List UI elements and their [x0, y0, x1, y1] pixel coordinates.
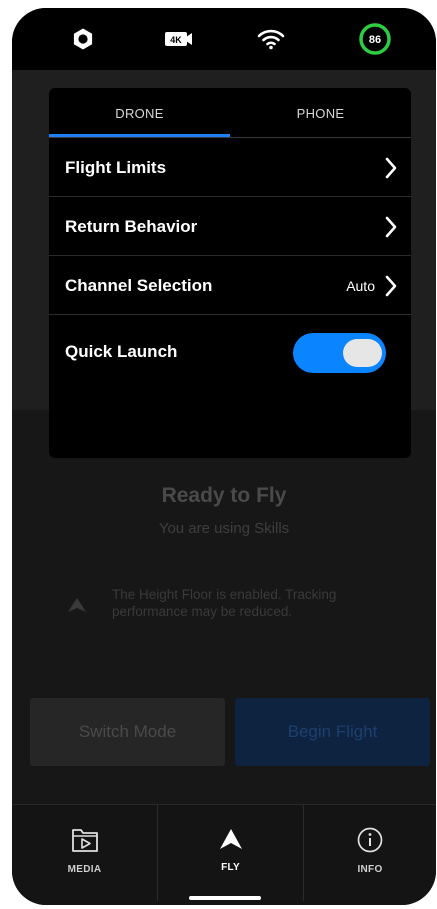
ready-title: Ready to Fly [161, 484, 287, 507]
status-bar: 4K 86 [12, 8, 436, 70]
begin-flight-button[interactable]: Begin Flight [235, 698, 430, 766]
bottom-nav: MEDIA FLY INFO [12, 804, 436, 905]
nav-media[interactable]: MEDIA [12, 805, 157, 905]
chevron-right-icon [385, 157, 397, 184]
return-behavior-row[interactable]: Return Behavior [49, 197, 411, 256]
battery-level: 86 [369, 34, 381, 46]
ready-subtitle: You are using Skills [158, 520, 290, 537]
camera-mode-label: 4K [170, 35, 182, 45]
wifi-icon [254, 22, 288, 56]
quick-launch-label: Quick Launch [65, 342, 178, 361]
gear-icon[interactable] [66, 22, 100, 56]
channel-selection-label: Channel Selection [65, 276, 213, 295]
chevron-right-icon [385, 216, 397, 243]
home-indicator[interactable] [189, 896, 261, 900]
tab-phone[interactable]: PHONE [230, 88, 411, 138]
chevron-right-icon [385, 275, 397, 302]
nav-fly[interactable]: FLY [158, 805, 303, 905]
nav-fly-label: FLY [221, 862, 240, 873]
tab-drone[interactable]: DRONE [49, 88, 230, 138]
phone-screen: 4K 86 Ready to Fly You are using Skills … [12, 8, 436, 905]
battery-indicator[interactable]: 86 [358, 22, 392, 56]
media-folder-icon [71, 827, 99, 858]
settings-tabs: DRONE PHONE [49, 88, 411, 138]
quick-launch-toggle[interactable] [293, 333, 386, 373]
toggle-knob [343, 339, 382, 367]
active-tab-indicator [49, 134, 230, 137]
fly-arrow-icon [219, 829, 242, 854]
nav-info[interactable]: INFO [304, 805, 436, 905]
height-floor-notice: The Height Floor is enabled. Tracking pe… [112, 587, 337, 619]
channel-selection-row[interactable]: Channel Selection Auto [49, 256, 411, 315]
settings-panel: DRONE PHONE Flight Limits Return Behavio… [49, 88, 411, 458]
flight-limits-row[interactable]: Flight Limits [49, 138, 411, 197]
flight-limits-label: Flight Limits [65, 158, 167, 177]
info-icon [357, 827, 383, 858]
height-floor-icon [68, 598, 86, 617]
nav-info-label: INFO [357, 864, 383, 875]
switch-mode-button[interactable]: Switch Mode [30, 698, 225, 766]
channel-selection-value: Auto [346, 278, 375, 294]
4k-video-icon[interactable]: 4K [162, 22, 196, 56]
return-behavior-label: Return Behavior [65, 217, 198, 236]
nav-media-label: MEDIA [67, 864, 102, 875]
